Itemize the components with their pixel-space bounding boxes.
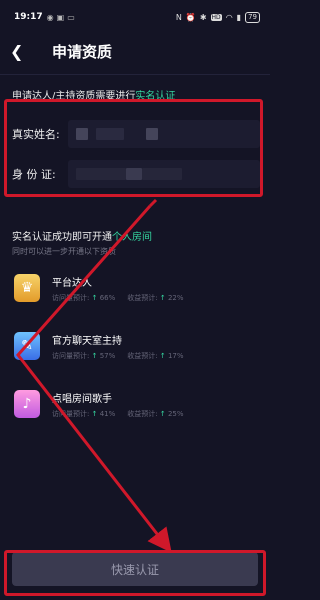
bluetooth-icon: ✱	[199, 12, 207, 22]
intro-accent-link: 实名认证	[135, 91, 176, 102]
up-arrow-icon: ↑	[91, 409, 98, 418]
chevron-left-icon[interactable]: ❮	[10, 42, 38, 61]
income-label: 收益预计:	[127, 293, 158, 302]
visit-label: 访问量预计:	[52, 293, 90, 302]
name-row: 真实姓名:	[10, 118, 260, 150]
benefit-item: ✎ 官方聊天室主持 访问量预计: ↑ 57% 收益预计: ↑ 17%	[0, 319, 270, 373]
signal-icon: ▮	[236, 12, 242, 22]
redacted-block	[76, 128, 88, 140]
benefit-item: ♛ 平台达人 访问量预计: ↑ 66% 收益预计: ↑ 22%	[0, 261, 270, 315]
notification-icon: ◉	[46, 12, 54, 22]
message-icon: ▭	[67, 12, 75, 22]
id-row: 身 份 证:	[10, 158, 260, 190]
name-input[interactable]	[68, 120, 260, 148]
up-arrow-icon: ↑	[159, 409, 166, 418]
up-arrow-icon: ↑	[91, 351, 98, 360]
mic-badge-icon: ✎	[14, 332, 40, 360]
income-label: 收益预计:	[127, 409, 158, 418]
up-arrow-icon: ↑	[159, 351, 166, 360]
status-time: 19:17	[14, 12, 43, 22]
status-bar: 19:17 ◉ ▣ ▭ N ⏰ ✱ HD ◠ ▮ 79	[0, 0, 270, 34]
redacted-block	[146, 128, 158, 140]
intro-text: 申请达人/主持资质需要进行实名认证	[0, 75, 270, 102]
redacted-block	[142, 168, 182, 180]
benefit-name: 点唱房间歌手	[52, 393, 112, 405]
crown-badge-icon: ♛	[14, 274, 40, 302]
hd-icon: HD	[210, 13, 222, 21]
redacted-block	[96, 128, 124, 140]
quick-verify-button[interactable]: 快速认证	[12, 552, 258, 586]
header: ❮ 申请资质	[0, 34, 270, 68]
redacted-block	[76, 168, 126, 180]
wifi-icon: ◠	[225, 12, 233, 22]
benefits-subtitle: 同时可以进一步开通以下资质	[12, 247, 116, 256]
image-icon: ▣	[56, 12, 65, 22]
redacted-block	[126, 168, 142, 180]
page-title: 申请资质	[52, 42, 113, 61]
id-number-input[interactable]	[68, 160, 260, 188]
income-value: 25%	[167, 409, 184, 418]
benefits-title-main: 实名认证成功即可开通	[12, 232, 112, 243]
benefit-stats: 访问量预计: ↑ 41% 收益预计: ↑ 25%	[52, 409, 184, 419]
income-value: 22%	[167, 293, 184, 302]
alarm-icon: ⏰	[185, 12, 196, 22]
battery-icon: 79	[245, 11, 260, 23]
music-badge-icon: ♪	[14, 390, 40, 418]
visit-label: 访问量预计:	[52, 409, 90, 418]
benefit-name: 平台达人	[52, 277, 92, 289]
name-label: 真实姓名:	[12, 128, 60, 141]
income-label: 收益预计:	[127, 351, 158, 360]
status-left-icons: ◉ ▣ ▭	[47, 13, 75, 22]
benefits-title-accent: 个人房间	[112, 232, 152, 243]
visit-value: 41%	[99, 409, 116, 418]
status-right-icons: N ⏰ ✱ HD ◠ ▮ 79	[175, 11, 260, 23]
visit-value: 57%	[99, 351, 116, 360]
benefit-item: ♪ 点唱房间歌手 访问量预计: ↑ 41% 收益预计: ↑ 25%	[0, 377, 270, 431]
real-name-form: 真实姓名: 身 份 证:	[6, 112, 264, 206]
visit-value: 66%	[99, 293, 116, 302]
income-value: 17%	[167, 351, 184, 360]
benefit-name: 官方聊天室主持	[52, 335, 122, 347]
benefits-title: 实名认证成功即可开通个人房间	[0, 206, 270, 243]
visit-label: 访问量预计:	[52, 351, 90, 360]
benefit-stats: 访问量预计: ↑ 57% 收益预计: ↑ 17%	[52, 351, 184, 361]
up-arrow-icon: ↑	[159, 293, 166, 302]
id-label: 身 份 证:	[12, 168, 56, 181]
mute-icon: N	[175, 12, 182, 22]
benefit-stats: 访问量预计: ↑ 66% 收益预计: ↑ 22%	[52, 293, 184, 303]
up-arrow-icon: ↑	[91, 293, 98, 302]
intro-text-main: 申请达人/主持资质需要进行	[12, 91, 136, 102]
